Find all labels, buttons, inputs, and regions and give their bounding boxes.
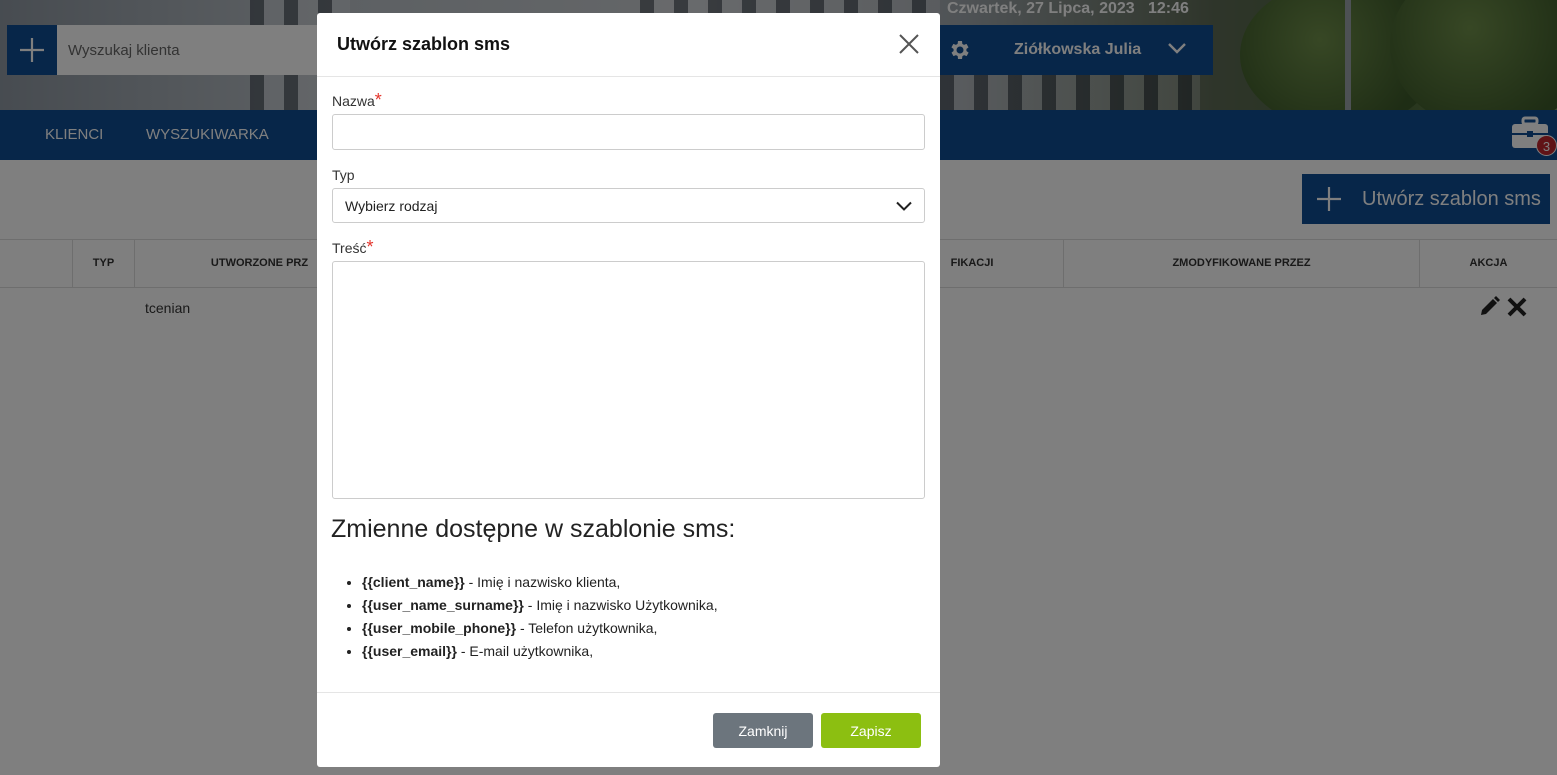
variable-item: {{user_email}} - E-mail użytkownika, (362, 640, 718, 663)
modal-footer: Zamknij Zapisz (317, 692, 940, 767)
variable-item: {{user_name_surname}} - Imię i nazwisko … (362, 594, 718, 617)
create-sms-template-modal: Utwórz szablon sms Nazwa* Typ Wybierz ro… (317, 13, 940, 767)
name-label: Nazwa* (332, 90, 382, 110)
variables-heading: Zmienne dostępne w szablonie sms: (331, 515, 736, 543)
name-input[interactable] (332, 114, 925, 150)
required-marker: * (374, 90, 382, 110)
modal-title: Utwórz szablon sms (337, 34, 511, 54)
type-select[interactable]: Wybierz rodzaj (332, 188, 925, 223)
save-button[interactable]: Zapisz (821, 713, 921, 748)
variable-key: {{user_name_surname}} (362, 597, 524, 613)
content-label-text: Treść (332, 240, 367, 256)
variable-desc: - Imię i nazwisko klienta, (464, 574, 621, 590)
variable-item: {{user_mobile_phone}} - Telefon użytkown… (362, 617, 718, 640)
modal-header: Utwórz szablon sms (317, 13, 940, 77)
variable-key: {{client_name}} (362, 574, 465, 590)
variable-desc: - Imię i nazwisko Użytkownika, (523, 597, 718, 613)
type-label: Typ (332, 167, 355, 183)
variable-item: {{client_name}} - Imię i nazwisko klient… (362, 571, 718, 594)
content-label: Treść* (332, 237, 374, 257)
chevron-down-icon (896, 201, 912, 211)
variable-key: {{user_email}} (362, 643, 457, 659)
variables-list: {{client_name}} - Imię i nazwisko klient… (332, 571, 718, 663)
content-textarea[interactable] (332, 261, 925, 499)
variable-key: {{user_mobile_phone}} (362, 620, 517, 636)
close-button[interactable]: Zamknij (713, 713, 813, 748)
close-icon (899, 34, 919, 54)
variable-desc: - Telefon użytkownika, (516, 620, 658, 636)
modal-close-button[interactable] (898, 33, 920, 55)
variable-desc: - E-mail użytkownika, (456, 643, 594, 659)
required-marker: * (366, 237, 374, 257)
type-select-value: Wybierz rodzaj (345, 197, 438, 214)
name-label-text: Nazwa (332, 93, 375, 109)
